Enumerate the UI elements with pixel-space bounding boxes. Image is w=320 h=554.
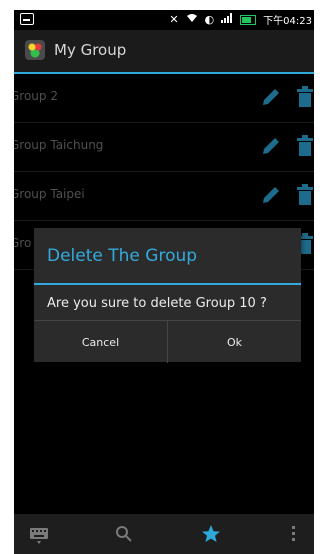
app-title: My Group xyxy=(54,41,127,59)
dialog-message: Are you sure to delete Group 10 ? xyxy=(47,296,267,311)
bottom-nav xyxy=(14,514,314,554)
wifi-icon xyxy=(186,13,198,27)
cancel-button[interactable]: Cancel xyxy=(34,321,168,363)
notification-icon xyxy=(20,13,34,25)
app-bar: My Group xyxy=(14,30,314,74)
status-bar: ✕ ◐ 下午04:23 xyxy=(14,10,314,30)
nfc-icon: ◐ xyxy=(204,12,215,26)
phone-screen: ✕ ◐ 下午04:23 My Group Group 2 Group Taich… xyxy=(14,10,314,554)
signal-icon xyxy=(221,12,233,27)
status-time: 下午04:23 xyxy=(263,16,312,27)
dialog-buttons: Cancel Ok xyxy=(34,320,301,363)
app-icon[interactable] xyxy=(25,40,45,60)
overflow-menu-icon[interactable] xyxy=(288,523,298,545)
ok-button[interactable]: Ok xyxy=(168,321,301,363)
battery-icon xyxy=(240,14,257,25)
search-icon[interactable] xyxy=(113,523,135,545)
keyboard-icon[interactable] xyxy=(28,523,50,545)
mute-icon: ✕ xyxy=(169,12,179,26)
dialog-divider xyxy=(34,283,301,285)
star-icon[interactable] xyxy=(200,523,222,545)
delete-group-dialog: Delete The Group Are you sure to delete … xyxy=(34,228,301,363)
dialog-title: Delete The Group xyxy=(47,246,198,266)
status-icons: ✕ ◐ 下午04:23 xyxy=(169,12,312,27)
